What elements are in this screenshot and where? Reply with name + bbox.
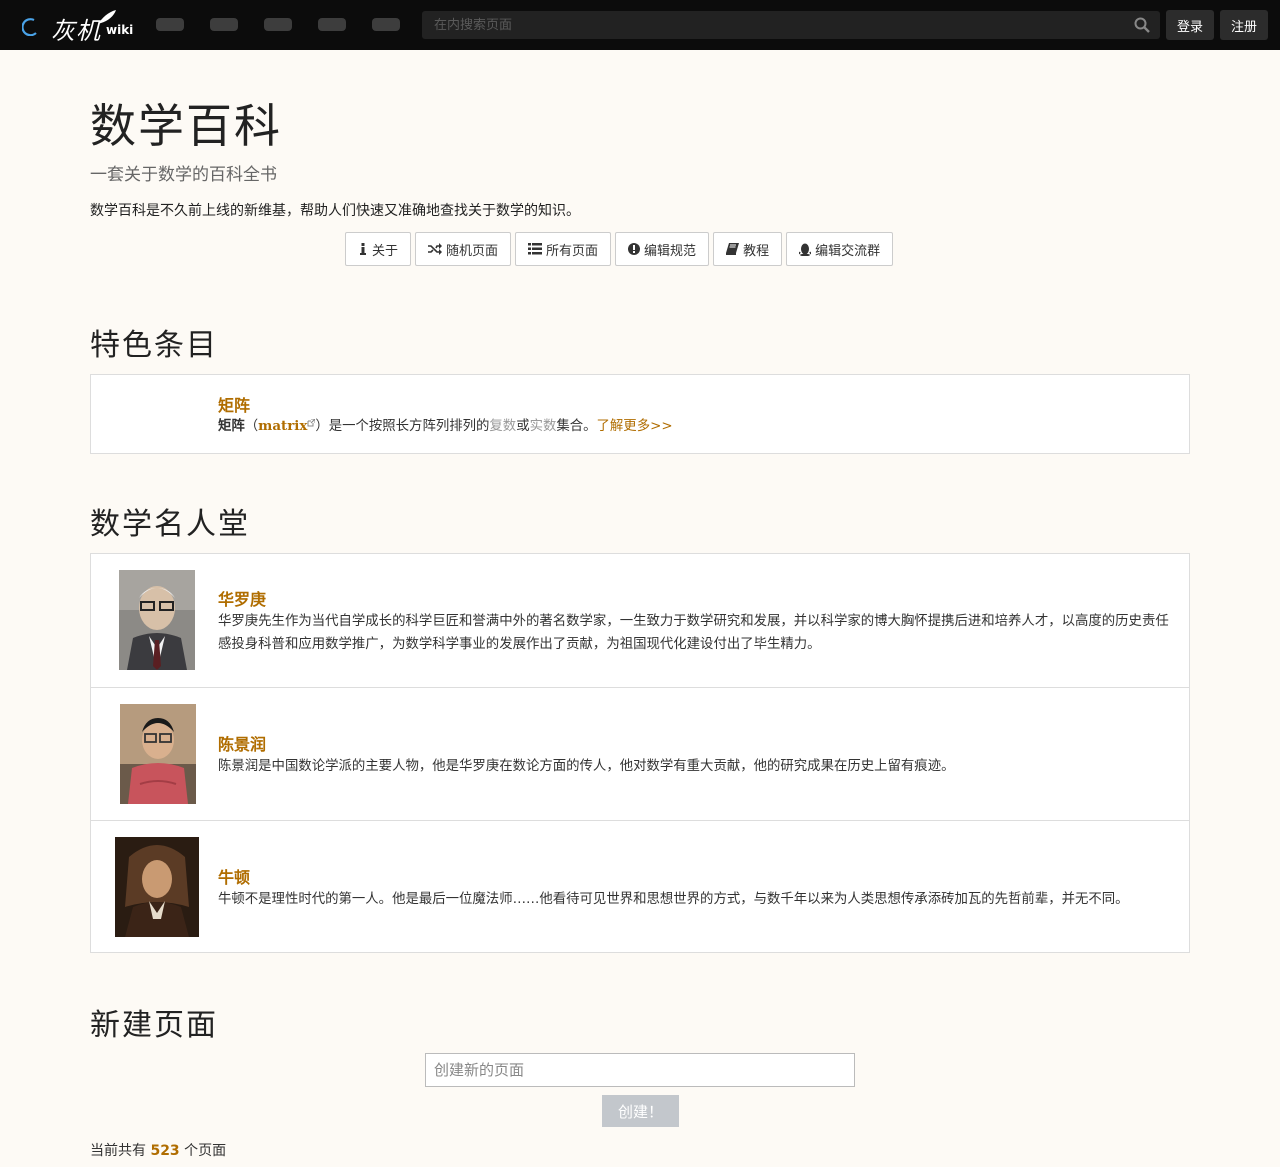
loading-ring-icon (22, 18, 37, 36)
person-text: 牛顿不是理性时代的第一人。他是最后一位魔法师……他看待可见世界和思想世界的方式，… (218, 892, 1129, 907)
featured-bold-term: 矩阵 (218, 419, 245, 434)
alert-circle-icon (628, 243, 641, 255)
person-text: 华罗庚先生作为当代自学成长的科学巨匠和誉满中外的著名数学家，一生致力于数学研究和… (218, 614, 1169, 652)
quick-links: 关于 随机页面 所有页面 编辑规范 教程 编辑交流群 (345, 232, 894, 266)
site-logo[interactable]: 灰机 wiki (18, 6, 148, 45)
hall-of-fame-card: 华罗庚 华罗庚先生作为当代自学成长的科学巨匠和誉满中外的著名数学家，一生致力于数… (90, 553, 1190, 953)
page-title: 数学百科 (90, 99, 282, 153)
about-button[interactable]: 关于 (345, 232, 412, 266)
matrix-external-link[interactable]: matrix (258, 418, 307, 434)
top-navbar: 灰机 wiki 登录 注册 (0, 0, 1280, 50)
edit-guide-button[interactable]: 编辑规范 (615, 232, 710, 266)
featured-text-end: 集合。 (556, 419, 597, 434)
tutorial-label: 教程 (743, 243, 770, 259)
person-item: 陈景润 陈景润是中国数论学派的主要人物，他是华罗庚在数论方面的传人，他对数学有重… (91, 687, 1189, 820)
search-icon[interactable] (1134, 17, 1150, 33)
learn-more-link[interactable]: 了解更多>> (597, 419, 673, 434)
qq-icon (799, 243, 812, 256)
person-name-link[interactable]: 牛顿 (218, 864, 250, 888)
featured-heading: 特色条目 (90, 328, 218, 363)
featured-paren-open: （ (244, 419, 259, 434)
featured-card: 矩阵 矩阵（matrix ）是一个按照长方阵列排列的复数或实数集合。了解更多>> (90, 374, 1190, 454)
hua-luogeng-photo (119, 570, 195, 670)
edit-group-button[interactable]: 编辑交流群 (786, 232, 894, 266)
shuffle-icon (428, 243, 443, 255)
featured-paren-close: ） (315, 419, 329, 434)
real-number-link[interactable]: 实数 (530, 419, 557, 434)
logo-text: 灰机 (51, 17, 101, 45)
featured-text-or: 或 (516, 419, 530, 434)
newton-portrait (115, 837, 199, 937)
all-pages-label: 所有页面 (546, 243, 599, 259)
edit-guide-label: 编辑规范 (644, 243, 697, 259)
create-button[interactable]: 创建！ (602, 1095, 679, 1127)
featured-title-link[interactable]: 矩阵 (218, 392, 250, 416)
person-name-link[interactable]: 华罗庚 (218, 586, 266, 610)
logo-suffix: wiki (106, 23, 134, 37)
create-page-heading: 新建页面 (90, 1008, 218, 1043)
about-label: 关于 (372, 243, 399, 259)
all-pages-button[interactable]: 所有页面 (515, 232, 612, 266)
page-count-prefix: 当前共有 (90, 1143, 146, 1159)
page-count-value: 523 (150, 1143, 180, 1159)
list-icon (528, 243, 543, 255)
random-page-label: 随机页面 (446, 243, 499, 259)
person-item: 牛顿 牛顿不是理性时代的第一人。他是最后一位魔法师……他看待可见世界和思想世界的… (91, 820, 1189, 953)
edit-group-label: 编辑交流群 (815, 243, 881, 259)
login-button[interactable]: 登录 (1166, 10, 1214, 40)
featured-item: 矩阵 矩阵（matrix ）是一个按照长方阵列排列的复数或实数集合。了解更多>> (91, 375, 1189, 453)
tutorial-button[interactable]: 教程 (713, 232, 783, 266)
nav-placeholder-2[interactable] (210, 18, 238, 31)
featured-text-mid: 是一个按照长方阵列排列的 (328, 419, 490, 434)
page-count: 当前共有 523 个页面 (90, 1140, 226, 1160)
nav-placeholder-4[interactable] (318, 18, 346, 31)
person-item: 华罗庚 华罗庚先生作为当代自学成长的科学巨匠和誉满中外的著名数学家，一生致力于数… (91, 554, 1189, 687)
random-page-button[interactable]: 随机页面 (415, 232, 512, 266)
person-text: 陈景润是中国数论学派的主要人物，他是华罗庚在数论方面的传人，他对数学有重大贡献，… (218, 759, 955, 774)
book-icon (726, 243, 740, 255)
nav-placeholder-3[interactable] (264, 18, 292, 31)
info-icon (360, 243, 366, 255)
page-description: 数学百科是不久前上线的新维基，帮助人们快速又准确地查找关于数学的知识。 (90, 203, 580, 219)
nav-placeholder-1[interactable] (156, 18, 184, 31)
page-subtitle: 一套关于数学的百科全书 (90, 165, 277, 185)
complex-number-link[interactable]: 复数 (489, 419, 516, 434)
new-page-input[interactable] (425, 1053, 855, 1087)
nav-placeholder-5[interactable] (372, 18, 400, 31)
page-count-suffix: 个页面 (184, 1143, 227, 1159)
person-name-link[interactable]: 陈景润 (218, 731, 266, 755)
chen-jingrun-photo (120, 704, 196, 804)
hall-of-fame-heading: 数学名人堂 (90, 507, 250, 542)
register-button[interactable]: 注册 (1220, 10, 1268, 40)
featured-text: 矩阵（matrix ）是一个按照长方阵列排列的复数或实数集合。了解更多>> (218, 415, 1178, 438)
search-input[interactable] (422, 11, 1122, 39)
search-box (422, 11, 1160, 39)
